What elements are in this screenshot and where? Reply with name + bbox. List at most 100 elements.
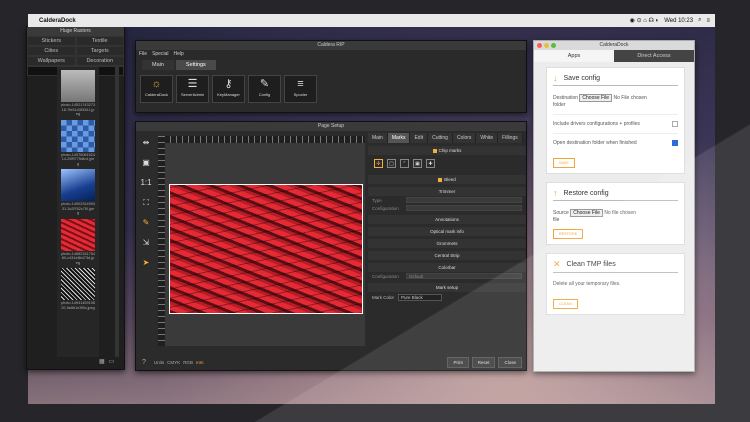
section-label: Chip marks: [438, 148, 462, 153]
print-button[interactable]: Print: [447, 356, 469, 368]
tab-fillings[interactable]: Fillings: [498, 133, 523, 143]
tab-stickers[interactable]: Stickers: [27, 36, 76, 46]
spooler-button[interactable]: ≡ Spooler: [284, 75, 317, 103]
title-bar[interactable]: Page Setup: [136, 122, 526, 131]
serveradmin-button[interactable]: ☰ ServerAdmin: [176, 75, 209, 103]
zoom-window-icon[interactable]: [551, 43, 556, 48]
tab-wallpapers[interactable]: Wallpapers: [27, 56, 76, 66]
tab-marks[interactable]: Marks: [387, 133, 411, 143]
card-title-text: Restore config: [563, 189, 609, 197]
section-trimmer[interactable]: Trimmer: [368, 187, 526, 196]
open-folder-checkbox[interactable]: [672, 140, 678, 146]
help-icon[interactable]: ?: [142, 359, 146, 366]
minimize-window-icon[interactable]: [544, 43, 549, 48]
config-button[interactable]: ✎ Config: [248, 75, 281, 103]
section-colorbar[interactable]: Colorbar: [368, 263, 526, 272]
fit-icon[interactable]: ⛶: [139, 196, 153, 210]
mark-color-select[interactable]: Pure Black: [398, 294, 443, 301]
tab-decoration[interactable]: Decoration: [75, 56, 124, 66]
tab-main[interactable]: Main: [142, 60, 174, 70]
search-icon[interactable]: ⌕: [698, 17, 701, 24]
cmyk-option[interactable]: CMYK: [167, 360, 180, 365]
tab-settings[interactable]: Settings: [175, 60, 216, 70]
tab-white[interactable]: White: [476, 133, 499, 143]
section-bleed[interactable]: Bleed: [368, 175, 526, 184]
clean-button[interactable]: CLEAN: [553, 299, 578, 309]
pencil-icon[interactable]: ✎: [139, 216, 153, 230]
tab-cities[interactable]: Cities: [27, 46, 76, 56]
chip-cross-icon[interactable]: ✚: [426, 159, 435, 168]
section-annotations[interactable]: Annotations: [368, 215, 526, 224]
type-select[interactable]: [406, 197, 522, 203]
dock-icon: ☼: [151, 78, 162, 90]
restore-button[interactable]: RESTORE: [553, 229, 584, 239]
tab-main[interactable]: Main: [368, 133, 388, 143]
tab-cutting[interactable]: Cutting: [428, 133, 453, 143]
tab-direct-access[interactable]: Direct Access: [614, 50, 694, 62]
status-icons[interactable]: ◉ ⊙ ⌂ ☊ ◐: [630, 17, 660, 24]
tab-colors[interactable]: Colors: [452, 133, 477, 143]
section-grommets[interactable]: Grommets: [368, 239, 526, 248]
chip-positions: ✣ ▢ ⌜ ▣ ✚: [368, 155, 526, 172]
calderadock-button[interactable]: ☼ CalderaDock: [140, 75, 173, 103]
reset-button[interactable]: Reset: [471, 356, 496, 368]
menu-help[interactable]: Help: [173, 51, 183, 57]
tab-textile[interactable]: Textile: [75, 36, 124, 46]
thumbnail-list: photo-1452174327318-7fe51d3f3341.jpeg ph…: [57, 67, 99, 357]
tab-apps[interactable]: Apps: [534, 50, 614, 62]
clock[interactable]: Wed 10:23: [664, 18, 693, 24]
checkbox-icon[interactable]: [432, 148, 437, 153]
active-app-name[interactable]: CalderaDock: [39, 18, 76, 24]
list-item[interactable]: photo-1488215175480-c431e8b473d.jpeg: [61, 218, 95, 266]
config-row: Configuration: [368, 204, 526, 212]
section-chip-marks[interactable]: Chip marks: [368, 146, 526, 155]
split-icon[interactable]: ⇹: [139, 136, 153, 150]
list-item[interactable]: photo-1452174327318-7fe51d3f3341.jpeg: [61, 70, 95, 117]
choose-file-button[interactable]: Choose File: [579, 94, 613, 102]
tab-targets[interactable]: Targets: [75, 46, 124, 56]
drivers-checkbox[interactable]: [672, 121, 678, 127]
colorbar-config-select[interactable]: Default: [406, 273, 522, 279]
chip-box-icon[interactable]: ▢: [387, 159, 396, 168]
list-item[interactable]: photo-1494145910820-9a5b1e3f9c.jpeg: [61, 268, 95, 310]
page-setup-footer: ? Units CMYK RGB mm Print Reset Close: [136, 354, 526, 370]
trash-icon[interactable]: ▭: [109, 358, 115, 365]
tool-label: CalderaDock: [144, 92, 169, 97]
one-to-one-icon[interactable]: 1:1: [139, 176, 153, 190]
chip-corners-icon[interactable]: ⌜: [400, 159, 409, 168]
chip-center-icon[interactable]: ✣: [374, 159, 383, 168]
chip-frame-icon[interactable]: ▣: [413, 159, 422, 168]
tab-edit[interactable]: Edit: [410, 133, 429, 143]
choose-file-button[interactable]: Choose File: [570, 209, 603, 217]
list-item[interactable]: photo-1497608152414-25f9775dfc4.jpeg: [61, 119, 95, 167]
menu-file[interactable]: File: [139, 51, 147, 57]
resize-icon[interactable]: ⇲: [139, 236, 153, 250]
title-bar[interactable]: Huge Rasters: [27, 27, 124, 36]
scrollbar[interactable]: [115, 67, 119, 357]
save-button[interactable]: SAVE: [553, 158, 575, 168]
rgb-option[interactable]: RGB: [183, 360, 193, 365]
list-icon[interactable]: ≡: [706, 18, 710, 24]
rip-menu: File Special Help: [136, 50, 526, 58]
section-central-strip[interactable]: Central Strip: [368, 251, 526, 260]
close-window-icon[interactable]: [537, 43, 542, 48]
settings-panel: Main Marks Edit Cutting Colors White Fil…: [368, 133, 526, 359]
preview-image[interactable]: [169, 184, 363, 314]
arrow-icon[interactable]: ➤: [139, 256, 153, 270]
mm-option[interactable]: mm: [196, 360, 204, 365]
grid-icon[interactable]: ▦: [99, 358, 105, 365]
title-bar[interactable]: Caldera RIP: [136, 41, 526, 50]
section-optical-mark[interactable]: Optical mark info: [368, 227, 526, 236]
section-label: Colorbar: [438, 265, 456, 270]
config-select[interactable]: [406, 205, 522, 211]
keymanager-button[interactable]: ⚷ KeyManager: [212, 75, 245, 103]
menu-special[interactable]: Special: [152, 51, 168, 57]
checkbox-icon[interactable]: [438, 177, 443, 182]
open-folder-option: Open destination folder when finished: [553, 133, 678, 152]
field-label: Type: [372, 197, 382, 203]
close-button[interactable]: Close: [498, 356, 522, 368]
title-bar[interactable]: CalderaDock: [534, 41, 694, 50]
page-icon[interactable]: ▣: [139, 156, 153, 170]
list-item[interactable]: photo-1490231499431-3c2f762c7f0.jpeg: [61, 169, 95, 216]
upload-arrow-icon: ↑: [553, 188, 558, 198]
